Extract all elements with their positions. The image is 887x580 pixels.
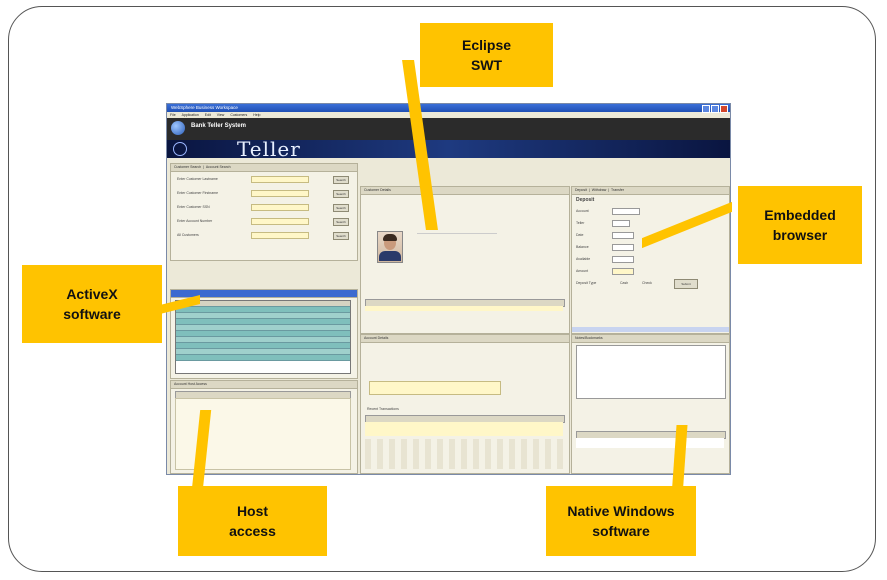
callout-host-access: Host access	[178, 486, 327, 556]
native-text-area[interactable]	[576, 345, 726, 399]
tab-customer-search[interactable]: Customer Search	[174, 165, 201, 169]
callout-eclipse-line1: Eclipse	[461, 37, 512, 53]
tab-transfer[interactable]: Transfer	[611, 188, 624, 192]
date-field[interactable]	[612, 232, 634, 239]
deposit-label-amount: Amount	[576, 269, 589, 273]
close-button[interactable]	[720, 105, 728, 113]
callout-native-windows: Native Windows software	[546, 486, 696, 556]
window-title: WebSphere Business Workspace	[171, 105, 238, 110]
customer-details-panel: Customer Details	[360, 186, 570, 334]
app-banner: Bank Teller System	[167, 118, 730, 140]
recent-transactions-label: Recent Transactions	[367, 407, 399, 411]
teller-field[interactable]	[612, 220, 630, 227]
window-titlebar: WebSphere Business Workspace	[167, 104, 730, 113]
account-field[interactable]	[612, 208, 640, 215]
search-button-2[interactable]: Search	[333, 190, 349, 198]
maximize-button[interactable]	[711, 105, 719, 113]
callout-native-line1: Native Windows	[567, 503, 675, 519]
radio-cash[interactable]: Cash	[620, 281, 628, 285]
deposit-submit-button[interactable]: Submit	[674, 279, 698, 289]
search-button-4[interactable]: Search	[333, 218, 349, 226]
account-details-header: Account Details	[361, 335, 569, 343]
app-window: WebSphere Business Workspace File Applic…	[166, 103, 731, 475]
callout-activex-line1: ActiveX	[66, 286, 118, 302]
app-logo-icon	[171, 121, 185, 135]
search-label-all: All Customers	[177, 233, 199, 237]
callout-host-line2: access	[229, 523, 276, 539]
native-list[interactable]	[576, 438, 724, 448]
banner-title: Bank Teller System	[191, 123, 246, 129]
callout-embedded-line2: browser	[772, 227, 828, 243]
available-field[interactable]	[612, 256, 634, 263]
customer-details-header: Customer Details	[361, 187, 569, 195]
search-label-firstname: Enter Customer Firstname	[177, 191, 219, 195]
search-button-1[interactable]: Search	[333, 176, 349, 184]
callout-activex-software: ActiveX software	[22, 265, 162, 343]
deposit-label-type: Deposit Type	[576, 281, 597, 285]
host-panel-header: Account Host Access	[171, 381, 357, 389]
callout-eclipse-swt: Eclipse SWT	[420, 23, 553, 87]
all-customers-input[interactable]	[251, 232, 309, 239]
firstname-input[interactable]	[251, 190, 309, 197]
transactions-table-rows[interactable]	[365, 422, 563, 436]
deposit-title: Deposit	[576, 197, 595, 203]
transactions-area	[365, 439, 563, 469]
account-details-panel: Account Details Recent Transactions	[360, 334, 570, 474]
callout-embedded-line1: Embedded	[764, 207, 836, 223]
account-input[interactable]	[251, 218, 309, 225]
customer-search-panel: Customer Search | Account Search Enter C…	[170, 163, 358, 261]
brand-circle-icon	[173, 142, 187, 156]
customers-box	[369, 381, 501, 395]
deposit-label-date: Date	[576, 233, 584, 237]
deposit-label-teller: Teller	[576, 221, 585, 225]
customer-address-block	[417, 233, 497, 268]
callout-host-line1: Host	[236, 503, 269, 519]
customer-search-header: Customer Search | Account Search	[171, 164, 357, 172]
amount-field[interactable]	[612, 268, 634, 275]
balance-field[interactable]	[612, 244, 634, 251]
deposit-panel: Deposit | Withdraw | Transfer Deposit Ac…	[571, 186, 730, 334]
native-windows-panel: Notes/Bookmarks	[571, 334, 730, 474]
lastname-input[interactable]	[251, 176, 309, 183]
search-label-lastname: Enter Customer Lastname	[177, 177, 218, 181]
search-button-3[interactable]: Search	[333, 204, 349, 212]
minimize-button[interactable]	[702, 105, 710, 113]
grid-row[interactable]	[176, 355, 350, 361]
native-panel-header: Notes/Bookmarks	[572, 335, 729, 343]
ssn-input[interactable]	[251, 204, 309, 211]
callout-native-line2: software	[592, 523, 650, 539]
brand-banner: Teller	[167, 140, 730, 158]
callout-embedded-browser: Embedded browser	[738, 186, 862, 264]
deposit-tabs: Deposit | Withdraw | Transfer	[572, 187, 729, 195]
search-label-account: Enter Account Number	[177, 219, 213, 223]
deposit-label-account: Account	[576, 209, 589, 213]
deposit-label-available: Available	[576, 257, 591, 261]
horizontal-scrollbar[interactable]	[572, 327, 729, 332]
search-button-5[interactable]: Search	[333, 232, 349, 240]
accounts-table-row[interactable]	[365, 306, 563, 311]
brand-title: Teller	[237, 140, 301, 158]
callout-activex-line2: software	[63, 306, 121, 322]
search-label-ssn: Enter Customer SSN	[177, 205, 210, 209]
customer-photo	[377, 231, 403, 263]
radio-check[interactable]: Check	[642, 281, 652, 285]
tab-account-search[interactable]: Account Search	[206, 165, 231, 169]
callout-eclipse-line2: SWT	[470, 57, 503, 73]
tab-deposit[interactable]: Deposit	[575, 188, 587, 192]
deposit-label-balance: Balance	[576, 245, 589, 249]
tab-withdraw[interactable]: Withdraw	[592, 188, 607, 192]
activex-grid[interactable]	[175, 300, 351, 374]
